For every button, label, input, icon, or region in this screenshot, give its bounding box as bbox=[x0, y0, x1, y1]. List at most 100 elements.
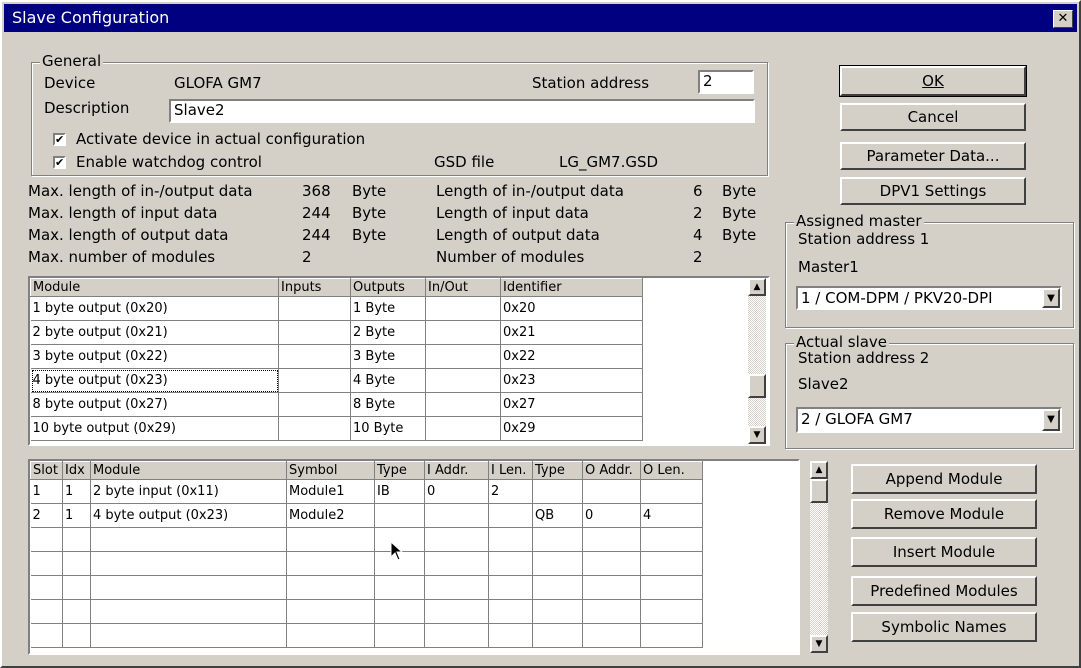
master-select-value: 1 / COM-DPM / PKV20-DPI bbox=[801, 289, 993, 307]
cell bbox=[532, 479, 583, 504]
module-list-table: Module Inputs Outputs In/Out Identifier … bbox=[30, 278, 643, 441]
gsd-file-label: GSD file bbox=[434, 153, 495, 171]
mouse-pointer-icon bbox=[390, 541, 404, 561]
slot-table-row-empty[interactable] bbox=[30, 575, 703, 600]
module-list-row[interactable]: 2 byte output (0x21) 2 Byte 0x21 bbox=[30, 320, 643, 345]
slave-select-value: 2 / GLOFA GM7 bbox=[801, 410, 913, 428]
activate-checkbox[interactable]: ✔ bbox=[53, 133, 66, 146]
column-header-i-len[interactable]: I Len. bbox=[488, 461, 533, 480]
slot-table-scrollbar[interactable]: ▲ ▼ bbox=[810, 461, 828, 653]
gsd-file-value: LG_GM7.GSD bbox=[559, 153, 659, 171]
scroll-up-icon[interactable]: ▲ bbox=[810, 461, 828, 479]
module-list-row-selected[interactable]: 4 byte output (0x23) 4 Byte 0x23 bbox=[30, 368, 643, 393]
cell: 4 byte output (0x23) bbox=[90, 503, 287, 528]
scroll-up-icon[interactable]: ▲ bbox=[748, 278, 766, 296]
slave-name: Slave2 bbox=[798, 375, 849, 393]
close-icon[interactable]: ✕ bbox=[1053, 10, 1073, 28]
column-header-o-len[interactable]: O Len. bbox=[640, 461, 703, 480]
assigned-master-label: Assigned master bbox=[794, 212, 924, 230]
cell: 2 byte input (0x11) bbox=[90, 479, 287, 504]
cell: IB bbox=[374, 479, 425, 504]
symbolic-names-button[interactable]: Symbolic Names bbox=[851, 612, 1037, 642]
chevron-down-icon[interactable]: ▼ bbox=[1042, 409, 1060, 431]
module-list-row[interactable]: 3 byte output (0x22) 3 Byte 0x22 bbox=[30, 344, 643, 369]
module-list-scrollbar[interactable]: ▲ ▼ bbox=[748, 278, 766, 444]
column-header-module[interactable]: Module bbox=[30, 278, 279, 297]
column-header-type-out[interactable]: Type bbox=[532, 461, 583, 480]
slot-table-row-empty[interactable] bbox=[30, 599, 703, 624]
stat-value: 6 bbox=[693, 182, 703, 200]
predefined-modules-button[interactable]: Predefined Modules bbox=[851, 576, 1037, 606]
module-list[interactable]: Module Inputs Outputs In/Out Identifier … bbox=[28, 276, 770, 446]
actual-slave-label: Actual slave bbox=[794, 333, 890, 351]
scroll-thumb[interactable] bbox=[748, 374, 766, 398]
column-header-idx[interactable]: Idx bbox=[62, 461, 91, 480]
stat-label: Number of modules bbox=[436, 248, 585, 266]
cell bbox=[278, 416, 351, 441]
scroll-thumb[interactable] bbox=[810, 479, 828, 503]
slot-table-row-empty[interactable] bbox=[30, 551, 703, 576]
slot-table-row[interactable]: 112 byte input (0x11) Module1 IB 0 2 bbox=[30, 479, 703, 504]
remove-module-button[interactable]: Remove Module bbox=[851, 499, 1037, 529]
stat-value: 2 bbox=[693, 204, 703, 222]
cell[interactable]: Module1 bbox=[286, 479, 375, 504]
column-header-i-addr[interactable]: I Addr. bbox=[424, 461, 489, 480]
cell: 1 bbox=[30, 479, 63, 504]
ok-button-label: OK bbox=[922, 72, 944, 90]
cell: 0x29 bbox=[500, 416, 643, 441]
chevron-down-icon[interactable]: ▼ bbox=[1042, 288, 1060, 308]
window-title: Slave Configuration bbox=[12, 8, 170, 27]
cell bbox=[374, 503, 425, 528]
stat-label: Max. length of in-/output data bbox=[28, 182, 253, 200]
dpv1-settings-button[interactable]: DPV1 Settings bbox=[840, 177, 1026, 205]
column-header-module[interactable]: Module bbox=[90, 461, 287, 480]
column-header-identifier[interactable]: Identifier bbox=[500, 278, 643, 297]
ok-button[interactable]: OK bbox=[839, 65, 1027, 97]
cell[interactable]: Module2 bbox=[286, 503, 375, 528]
description-input[interactable]: Slave2 bbox=[169, 99, 755, 123]
slot-table-row-empty[interactable] bbox=[30, 527, 703, 552]
watchdog-label: Enable watchdog control bbox=[76, 153, 262, 171]
column-header-inout[interactable]: In/Out bbox=[425, 278, 501, 297]
stat-label: Length of input data bbox=[436, 204, 589, 222]
column-header-type[interactable]: Type bbox=[374, 461, 425, 480]
station-address-input[interactable]: 2 bbox=[698, 70, 754, 94]
slot-table-row-empty[interactable] bbox=[30, 623, 703, 648]
slave-select[interactable]: 2 / GLOFA GM7 ▼ bbox=[796, 407, 1062, 433]
module-list-row[interactable]: 1 byte output (0x20) 1 Byte 0x20 bbox=[30, 296, 643, 321]
scroll-down-icon[interactable]: ▼ bbox=[748, 426, 766, 444]
cell bbox=[640, 479, 703, 504]
watchdog-checkbox[interactable]: ✔ bbox=[53, 156, 66, 169]
cancel-button[interactable]: Cancel bbox=[840, 103, 1026, 131]
cell bbox=[425, 320, 501, 345]
module-list-header: Module Inputs Outputs In/Out Identifier bbox=[30, 278, 643, 297]
slot-table[interactable]: Slot Idx Module Symbol Type I Addr. I Le… bbox=[28, 459, 800, 655]
cell: 4 byte output (0x23) bbox=[30, 368, 279, 393]
device-value: GLOFA GM7 bbox=[174, 74, 262, 92]
cell: 8 Byte bbox=[350, 392, 426, 417]
stat-unit: Byte bbox=[722, 226, 757, 244]
insert-module-button[interactable]: Insert Module bbox=[851, 537, 1037, 567]
master-select[interactable]: 1 / COM-DPM / PKV20-DPI ▼ bbox=[796, 286, 1062, 310]
stat-unit: Byte bbox=[352, 182, 387, 200]
slot-table-row[interactable]: 214 byte output (0x23) Module2 QB 0 4 bbox=[30, 503, 703, 528]
append-module-button[interactable]: Append Module bbox=[851, 464, 1037, 494]
column-header-inputs[interactable]: Inputs bbox=[278, 278, 351, 297]
column-header-outputs[interactable]: Outputs bbox=[350, 278, 426, 297]
scroll-down-icon[interactable]: ▼ bbox=[810, 635, 828, 653]
cell: QB bbox=[532, 503, 583, 528]
cell: 8 byte output (0x27) bbox=[30, 392, 279, 417]
cell bbox=[278, 344, 351, 369]
slot-table-header: Slot Idx Module Symbol Type I Addr. I Le… bbox=[30, 461, 703, 480]
module-list-row[interactable]: 10 byte output (0x29) 10 Byte 0x29 bbox=[30, 416, 643, 441]
parameter-data-button[interactable]: Parameter Data... bbox=[840, 142, 1026, 170]
cell: 4 Byte bbox=[350, 368, 426, 393]
slot-table-grid: Slot Idx Module Symbol Type I Addr. I Le… bbox=[30, 461, 703, 648]
column-header-o-addr[interactable]: O Addr. bbox=[582, 461, 641, 480]
cell: 10 byte output (0x29) bbox=[30, 416, 279, 441]
cell: 0x23 bbox=[500, 368, 643, 393]
device-label: Device bbox=[44, 74, 96, 92]
module-list-row[interactable]: 8 byte output (0x27) 8 Byte 0x27 bbox=[30, 392, 643, 417]
column-header-slot[interactable]: Slot bbox=[30, 461, 63, 480]
column-header-symbol[interactable]: Symbol bbox=[286, 461, 375, 480]
